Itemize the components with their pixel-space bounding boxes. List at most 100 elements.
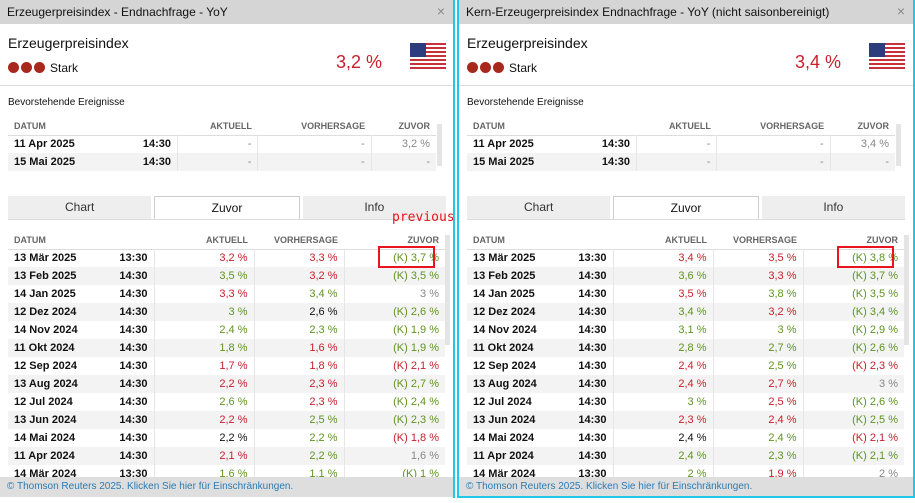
actual-cell: 3,5 % [612, 285, 713, 303]
history-row[interactable]: 12 Jul 2024 14:30 2,6 % 2,3 % (K) 2,4 % [8, 393, 445, 411]
column-header-zuvor[interactable]: ZUVOR [371, 117, 436, 135]
previous-cell: (K) 1,9 % [343, 321, 445, 339]
upcoming-table: DATUM AKTUELL VORHERSAGE ZUVOR 11 Apr 2025 14… [467, 117, 895, 171]
tab-bar: Chart Zuvor Info [467, 196, 905, 220]
previous-cell: (K) 2,1 % [802, 429, 904, 447]
column-header-vorhersage[interactable]: VORHERSAGE [713, 231, 803, 249]
forecast-cell: - [716, 135, 831, 153]
history-row[interactable]: 14 Mai 2024 14:30 2,4 % 2,4 % (K) 2,1 % [467, 429, 904, 447]
forecast-cell: 2,4 % [712, 411, 803, 429]
history-scrollbar[interactable] [445, 235, 450, 345]
forecast-cell: 2,3 % [253, 375, 344, 393]
upcoming-scrollbar[interactable] [896, 124, 901, 166]
time-cell: 14:30 [119, 360, 148, 372]
previous-cell: 3,4 % [829, 135, 895, 153]
tab-chart[interactable]: Chart [467, 196, 611, 219]
date-cell: 14 Mai 2024 [473, 432, 535, 444]
event-panel-core-ppi: Kern-Erzeugerpreisindex Endnachfrage - Y… [457, 0, 915, 498]
previous-cell: (K) 2,6 % [802, 393, 904, 411]
history-row[interactable]: 11 Okt 2024 14:30 1,8 % 1,6 % (K) 1,9 % [8, 339, 445, 357]
column-header-aktuell[interactable]: AKTUELL [178, 117, 258, 135]
date-cell: 13 Jun 2024 [8, 411, 104, 429]
history-row[interactable]: 12 Dez 2024 14:30 3,4 % 3,2 % (K) 3,4 % [467, 303, 904, 321]
previous-cell: (K) 2,3 % [343, 411, 445, 429]
forecast-cell: 2,5 % [253, 411, 344, 429]
previous-cell: (K) 2,4 % [343, 393, 445, 411]
date-cell: 11 Okt 2024 [8, 339, 104, 357]
history-row[interactable]: 13 Jun 2024 14:30 2,2 % 2,5 % (K) 2,3 % [8, 411, 445, 429]
previous-cell: (K) 2,1 % [343, 357, 445, 375]
upcoming-events-title: Bevorstehende Ereignisse [467, 97, 584, 108]
upcoming-row[interactable]: 11 Apr 2025 14:30- -3,2 % [8, 135, 436, 153]
upcoming-row[interactable]: 15 Mai 2025 14:30- - - [467, 153, 895, 171]
panel-title-bar[interactable]: Erzeugerpreisindex - Endnachfrage - YoY × [0, 0, 453, 24]
history-row[interactable]: 14 Jan 2025 14:30 3,3 % 3,4 % 3 % [8, 285, 445, 303]
date-cell: 14 Nov 2024 [473, 324, 537, 336]
forecast-cell: 2,3 % [253, 393, 344, 411]
previous-cell: (K) 1,9 % [343, 339, 445, 357]
column-header-aktuell[interactable]: AKTUELL [613, 231, 713, 249]
table-body: 13 Mär 2025 13:30 3,4 % 3,5 % (K) 3,8 % 13 Fe… [467, 249, 904, 483]
column-header-vorhersage[interactable]: VORHERSAGE [254, 231, 344, 249]
history-table: DATUM AKTUELL VORHERSAGE ZUVOR 13 Mär 2025 13… [467, 231, 904, 483]
history-row[interactable]: 13 Aug 2024 14:30 2,4 % 2,7 % 3 % [467, 375, 904, 393]
forecast-cell: 2,2 % [253, 429, 344, 447]
history-row[interactable]: 12 Dez 2024 14:30 3 % 2,6 % (K) 2,6 % [8, 303, 445, 321]
highlight-box [837, 246, 894, 268]
copyright-footer[interactable]: © Thomson Reuters 2025. Klicken Sie hier… [459, 477, 913, 496]
history-row[interactable]: 14 Nov 2024 14:30 3,1 % 3 % (K) 2,9 % [467, 321, 904, 339]
column-header-aktuell[interactable]: AKTUELL [637, 117, 717, 135]
history-row[interactable]: 11 Okt 2024 14:30 2,8 % 2,7 % (K) 2,6 % [467, 339, 904, 357]
column-header-datum[interactable]: DATUM [467, 117, 637, 135]
history-row[interactable]: 13 Feb 2025 14:30 3,6 % 3,3 % (K) 3,7 % [467, 267, 904, 285]
history-row[interactable]: 13 Feb 2025 14:30 3,5 % 3,2 % (K) 3,5 % [8, 267, 445, 285]
history-row[interactable]: 14 Jan 2025 14:30 3,5 % 3,8 % (K) 3,5 % [467, 285, 904, 303]
importance-label: Stark [509, 60, 538, 75]
previous-cell: (K) 2,3 % [802, 357, 904, 375]
time-cell: 14:30 [119, 288, 148, 300]
actual-cell: - [635, 153, 717, 171]
indicator-name: Erzeugerpreisindex [467, 35, 588, 51]
history-row[interactable]: 14 Nov 2024 14:30 2,4 % 2,3 % (K) 1,9 % [8, 321, 445, 339]
upcoming-row[interactable]: 11 Apr 2025 14:30- -3,4 % [467, 135, 895, 153]
date-cell: 13 Aug 2024 [467, 375, 563, 393]
actual-cell: 1,8 % [153, 339, 254, 357]
indicator-summary: Erzeugerpreisindex Stark 3,2 % [0, 24, 453, 86]
date-cell: 11 Okt 2024 [467, 339, 563, 357]
history-row[interactable]: 11 Apr 2024 14:30 2,4 % 2,3 % (K) 2,1 % [467, 447, 904, 465]
actual-cell: 2,4 % [612, 375, 713, 393]
table-body: 11 Apr 2025 14:30- -3,2 % 15 Mai 2025 14:30-… [8, 135, 436, 171]
importance-dot-icon [493, 62, 504, 74]
copyright-footer[interactable]: © Thomson Reuters 2025. Klicken Sie hier… [0, 477, 453, 497]
history-row[interactable]: 14 Mai 2024 14:30 2,2 % 2,2 % (K) 1,8 % [8, 429, 445, 447]
close-icon[interactable]: × [437, 3, 445, 19]
tab-info[interactable]: Info [761, 196, 905, 219]
history-row[interactable]: 12 Sep 2024 14:30 2,4 % 2,5 % (K) 2,3 % [467, 357, 904, 375]
column-header-vorhersage[interactable]: VORHERSAGE [717, 117, 830, 135]
history-row[interactable]: 11 Apr 2024 14:30 2,1 % 2,2 % 1,6 % [8, 447, 445, 465]
history-scrollbar[interactable] [904, 235, 909, 345]
upcoming-scrollbar[interactable] [437, 124, 442, 166]
upcoming-row[interactable]: 15 Mai 2025 14:30- - - [8, 153, 436, 171]
column-header-datum[interactable]: DATUM [8, 117, 178, 135]
history-row[interactable]: 13 Aug 2024 14:30 2,2 % 2,3 % (K) 2,7 % [8, 375, 445, 393]
tab-chart[interactable]: Chart [8, 196, 152, 219]
column-header-zuvor[interactable]: ZUVOR [830, 117, 895, 135]
panel-title-bar[interactable]: Kern-Erzeugerpreisindex Endnachfrage - Y… [459, 0, 913, 24]
history-row[interactable]: 12 Sep 2024 14:30 1,7 % 1,8 % (K) 2,1 % [8, 357, 445, 375]
us-flag-icon [869, 43, 905, 70]
forecast-cell: - [716, 153, 831, 171]
history-row[interactable]: 12 Jul 2024 14:30 3 % 2,5 % (K) 2,6 % [467, 393, 904, 411]
history-row[interactable]: 13 Jun 2024 14:30 2,3 % 2,4 % (K) 2,5 % [467, 411, 904, 429]
column-header-datum[interactable]: DATUM [467, 231, 613, 249]
date-cell: 12 Sep 2024 [14, 360, 77, 372]
tab-zuvor[interactable]: Zuvor [154, 196, 300, 219]
tab-zuvor[interactable]: Zuvor [613, 196, 759, 219]
column-header-aktuell[interactable]: AKTUELL [154, 231, 254, 249]
actual-cell: 2,3 % [612, 411, 713, 429]
time-cell: 14:30 [601, 138, 630, 151]
column-header-vorhersage[interactable]: VORHERSAGE [258, 117, 371, 135]
column-header-datum[interactable]: DATUM [8, 231, 154, 249]
close-icon[interactable]: × [897, 3, 905, 19]
actual-cell: 2,4 % [153, 321, 254, 339]
